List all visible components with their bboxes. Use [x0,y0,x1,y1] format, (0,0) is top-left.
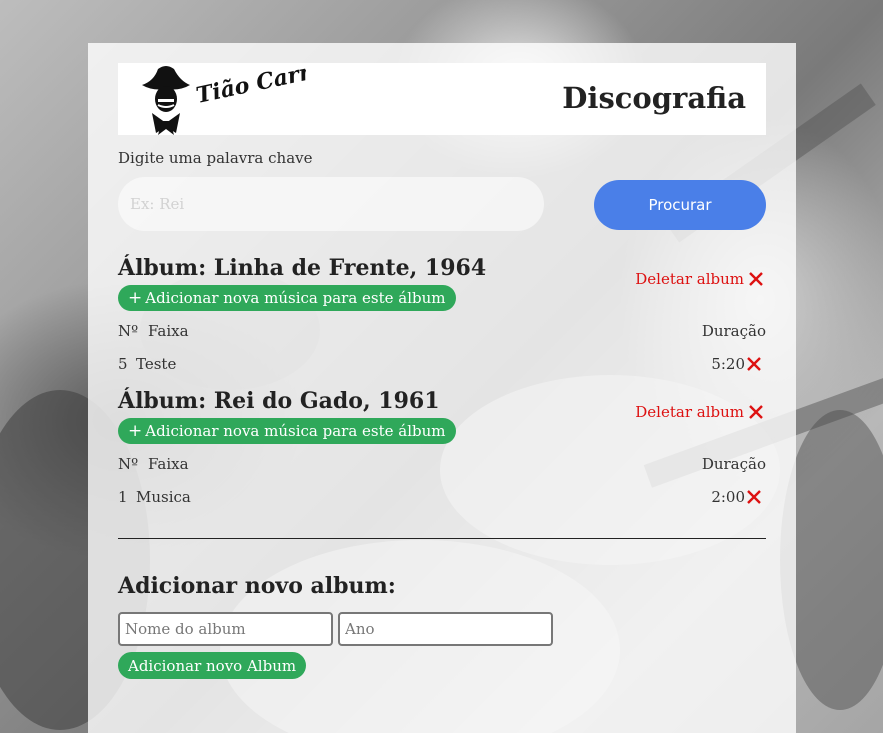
album-year-field[interactable] [338,612,553,646]
add-track-label: Adicionar nova música para este álbum [145,289,446,307]
column-header-number: Nº [118,455,139,473]
track-duration: 5:20 [711,355,745,373]
main-panel: Tião Carreiro Discografia Digite uma pal… [88,43,796,733]
column-header-track: Faixa [148,322,189,340]
search-button[interactable]: Procurar [594,180,766,230]
track-number: 5 [118,355,128,373]
delete-album-label: Deletar album [635,270,744,288]
divider [118,538,766,539]
album-title: Álbum: Linha de Frente, 1964 [118,255,487,281]
delete-album-button[interactable]: Deletar album [635,270,764,288]
add-track-button[interactable]: + Adicionar nova música para este álbum [118,418,456,444]
close-x-icon [749,272,763,286]
album-title: Álbum: Rei do Gado, 1961 [118,388,440,414]
delete-track-icon[interactable] [746,356,762,372]
new-album-title: Adicionar novo album: [118,573,396,599]
column-header-duration: Duração [701,455,766,473]
column-header-track: Faixa [148,455,189,473]
track-duration: 2:00 [711,488,745,506]
add-album-button[interactable]: Adicionar novo Album [118,652,307,679]
search-input[interactable] [118,177,544,231]
album-name-field[interactable] [118,612,333,646]
add-track-label: Adicionar nova música para este álbum [145,422,446,440]
search-label: Digite uma palavra chave [118,149,313,167]
close-x-icon [749,405,763,419]
track-name: Teste [136,355,177,373]
track-number: 1 [118,488,128,506]
page-title: Discografia [562,81,746,115]
plus-icon: + [128,288,143,308]
plus-icon: + [128,421,143,441]
header: Tião Carreiro Discografia [118,49,766,135]
delete-album-button[interactable]: Deletar album [635,403,764,421]
track-name: Musica [136,488,191,506]
column-header-number: Nº [118,322,139,340]
delete-track-icon[interactable] [746,489,762,505]
column-header-duration: Duração [701,322,766,340]
cowboy-logo-icon: Tião Carreiro [136,49,361,139]
delete-album-label: Deletar album [635,403,744,421]
add-track-button[interactable]: + Adicionar nova música para este álbum [118,285,456,311]
svg-text:Tião Carreiro: Tião Carreiro [194,63,306,109]
